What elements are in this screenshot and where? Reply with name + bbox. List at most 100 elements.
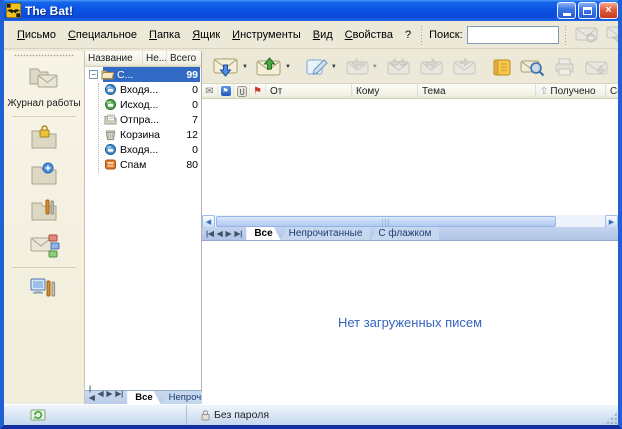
close-icon: ×	[605, 5, 611, 16]
reply-all-button[interactable]	[382, 53, 415, 81]
menu-вид[interactable]: Вид	[307, 26, 339, 44]
folder-pane: Название Не... Всего − С... 99	[85, 51, 202, 404]
forward-button[interactable]	[415, 53, 448, 81]
preview-pane[interactable]: Нет загруженных писем	[202, 241, 618, 404]
shortcut-mail-dispatch[interactable]	[4, 228, 84, 264]
message-list-empty[interactable]	[202, 99, 618, 215]
status-bar: Без пароля	[4, 404, 618, 425]
mail-deliver-button[interactable]	[603, 23, 622, 47]
folder-tools-icon	[27, 196, 61, 224]
menu-инструменты[interactable]: Инструменты	[226, 26, 307, 44]
folder-row-spam[interactable]: Спам 80	[85, 157, 201, 172]
shortcut-protected-folder[interactable]	[4, 120, 84, 156]
column-subject[interactable]: Тема	[418, 84, 536, 98]
journal-label[interactable]: Журнал работы	[4, 96, 84, 113]
folder-row-inbox2[interactable]: Входя... 0	[85, 142, 201, 157]
reply-button[interactable]: ▼	[341, 53, 382, 81]
folder-row-inbox[interactable]: Входя... 0	[85, 82, 201, 97]
nav-first-button[interactable]: |◀	[89, 384, 95, 402]
nav-next-button[interactable]: ▶	[226, 229, 232, 238]
mail-deliver-icon	[606, 26, 622, 43]
spam-icon	[104, 159, 117, 170]
nav-last-button[interactable]: ▶|	[234, 229, 242, 238]
send-mail-icon	[256, 57, 283, 77]
redirect-button[interactable]	[448, 53, 481, 81]
nav-last-button[interactable]: ▶|	[115, 389, 123, 398]
nav-next-button[interactable]: ▶	[107, 389, 113, 398]
column-parked-marker[interactable]: ⚑	[218, 84, 234, 98]
menu-свойства[interactable]: Свойства	[339, 26, 399, 44]
expand-icon[interactable]: −	[89, 70, 98, 79]
shortcut-folder-maintenance[interactable]	[4, 192, 84, 228]
column-created[interactable]: Создано	[606, 84, 618, 98]
account-folder-icon	[101, 69, 114, 80]
column-to[interactable]: Кому	[352, 84, 418, 98]
mail-remove-icon	[575, 26, 600, 43]
sidebar-grip[interactable]	[14, 54, 74, 57]
menu-bar: Письмо Специальное Папка Ящик Инструмент…	[4, 21, 618, 49]
mail-remove-button[interactable]	[572, 23, 603, 47]
column-total[interactable]: Всего	[167, 51, 201, 66]
minimize-button[interactable]	[557, 2, 576, 19]
folder-total: 99	[180, 69, 198, 81]
address-book-button[interactable]	[487, 53, 516, 81]
address-book-icon	[491, 58, 512, 77]
menu-ящик[interactable]: Ящик	[186, 26, 226, 44]
system-settings-icon	[27, 275, 61, 303]
folder-tree: − С... 99 Входя... 0	[85, 67, 201, 172]
view-tab-непрочитанные[interactable]: Непрочитанные	[281, 227, 371, 240]
view-tab-все[interactable]: Все	[246, 227, 280, 240]
column-flag-marker[interactable]: ⚑	[250, 84, 266, 98]
search-input[interactable]	[467, 26, 559, 44]
print-button[interactable]	[549, 53, 580, 81]
folder-name: Отпра...	[120, 114, 180, 126]
dropdown-caret-icon: ▼	[285, 64, 291, 70]
column-name[interactable]: Название	[85, 51, 143, 66]
shortcut-mail-center[interactable]	[4, 61, 84, 96]
column-received[interactable]: ⇧ Получено	[536, 84, 606, 98]
folder-pane-tabs: |◀ ◀ ▶ ▶| Все Непрочитано	[85, 390, 201, 404]
folder-row-account[interactable]: − С... 99	[85, 67, 201, 82]
mail-toolbar: ▼ ▼ ▼	[202, 51, 618, 84]
folder-total: 0	[180, 144, 198, 156]
new-message-button[interactable]: ▼	[301, 53, 341, 81]
shortcut-new-folder[interactable]	[4, 156, 84, 192]
toolbar-grip[interactable]	[420, 25, 423, 45]
dropdown-caret-icon: ▼	[331, 64, 337, 70]
maximize-button[interactable]	[578, 2, 597, 19]
search-messages-button[interactable]	[516, 53, 549, 81]
toolbar-grip[interactable]	[564, 25, 567, 45]
folder-row-sent[interactable]: Отпра... 7	[85, 112, 201, 127]
nav-prev-button[interactable]: ◀	[98, 389, 104, 398]
title-bar[interactable]: The Bat! ×	[0, 0, 622, 21]
get-mail-button[interactable]: ▼	[209, 53, 252, 81]
view-tab-с-флажком[interactable]: С флажком	[370, 227, 439, 240]
save-attachments-icon	[584, 58, 609, 76]
menu-папка[interactable]: Папка	[143, 26, 186, 44]
menu-письмо[interactable]: Письмо	[11, 26, 62, 44]
folder-row-outbox[interactable]: Исход... 0	[85, 97, 201, 112]
menu-специальное[interactable]: Специальное	[62, 26, 143, 44]
shortcut-settings[interactable]	[4, 271, 84, 307]
column-unread[interactable]: Не...	[143, 51, 167, 66]
nav-first-button[interactable]: |◀	[206, 229, 214, 238]
column-attachment-marker[interactable]	[234, 84, 250, 98]
nav-prev-button[interactable]: ◀	[217, 229, 223, 238]
folder-row-trash[interactable]: Корзина 12	[85, 127, 201, 142]
search-toolbar: Поиск:	[417, 21, 622, 48]
menu-help[interactable]: ?	[399, 26, 417, 44]
save-attachments-button[interactable]	[580, 53, 613, 81]
column-from[interactable]: От	[266, 84, 352, 98]
inbox-icon	[104, 144, 117, 155]
sort-asc-icon: ⇧	[540, 86, 548, 97]
mail-dispatch-icon	[27, 232, 61, 260]
sent-folder-icon	[104, 114, 117, 125]
column-unread-marker[interactable]: ✉	[202, 84, 218, 98]
send-mail-button[interactable]: ▼	[252, 53, 295, 81]
folder-tab-все[interactable]: Все	[127, 391, 160, 404]
message-pane: ▼ ▼ ▼	[202, 51, 618, 404]
scrollbar-thumb[interactable]	[216, 216, 556, 227]
folder-name: Корзина	[120, 129, 180, 141]
close-button[interactable]: ×	[599, 2, 618, 19]
maximize-icon	[583, 7, 592, 15]
